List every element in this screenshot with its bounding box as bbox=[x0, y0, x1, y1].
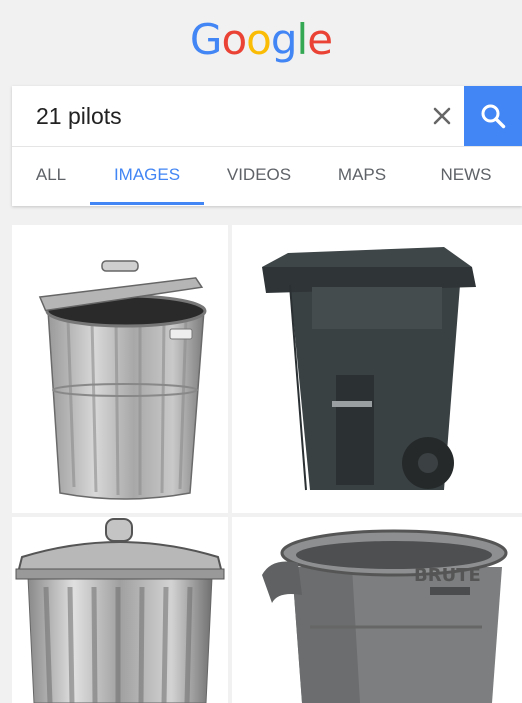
image-result[interactable] bbox=[232, 225, 522, 513]
google-logo[interactable]: Google bbox=[0, 10, 522, 70]
search-bar bbox=[12, 86, 522, 146]
tab-maps[interactable]: MAPS bbox=[314, 147, 410, 206]
tab-images[interactable]: IMAGES bbox=[90, 147, 204, 206]
metal-trash-can-with-lid-image bbox=[15, 518, 225, 703]
logo-letter: o bbox=[221, 15, 247, 64]
logo-letter: l bbox=[296, 15, 309, 64]
metal-trash-can-image bbox=[38, 260, 207, 500]
logo-letter: G bbox=[189, 15, 223, 64]
tab-news[interactable]: NEWS bbox=[410, 147, 522, 206]
search-tabs: ALL IMAGES VIDEOS MAPS NEWS bbox=[12, 147, 522, 206]
active-tab-indicator bbox=[90, 202, 204, 205]
search-input[interactable] bbox=[12, 86, 432, 146]
image-result[interactable]: BRUTE bbox=[232, 517, 522, 703]
tab-all[interactable]: ALL bbox=[12, 147, 90, 206]
brute-label: BRUTE bbox=[414, 565, 481, 586]
search-icon bbox=[481, 104, 506, 129]
search-card: ALL IMAGES VIDEOS MAPS NEWS bbox=[12, 86, 522, 206]
clear-button[interactable] bbox=[422, 96, 462, 136]
image-result[interactable] bbox=[12, 517, 228, 703]
logo-letter: g bbox=[270, 15, 298, 64]
image-result[interactable] bbox=[12, 225, 228, 513]
logo-letter: e bbox=[307, 15, 333, 64]
close-icon bbox=[433, 107, 451, 125]
logo-letter: o bbox=[246, 15, 272, 64]
brute-trash-can-image: BRUTE bbox=[262, 529, 508, 703]
search-button[interactable] bbox=[464, 86, 522, 146]
tab-videos[interactable]: VIDEOS bbox=[204, 147, 314, 206]
wheeled-trash-cart-image bbox=[262, 247, 476, 491]
